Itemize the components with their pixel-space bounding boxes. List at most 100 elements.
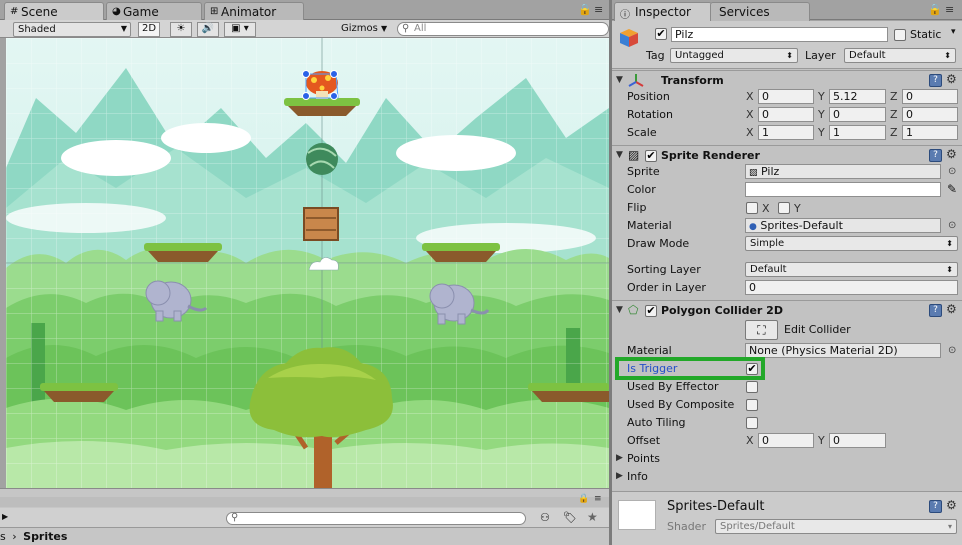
static-label: Static (910, 28, 942, 41)
tag-dropdown[interactable]: Untagged ⬍ (670, 48, 798, 63)
object-picker-icon[interactable]: ⊙ (948, 345, 956, 356)
collider-material-field[interactable]: None (Physics Material 2D) (745, 343, 941, 358)
scale-y-field[interactable]: 1 (829, 125, 886, 140)
scale-x-field[interactable]: 1 (758, 125, 814, 140)
gear-icon[interactable]: ⚙ (946, 498, 957, 512)
menu-icon[interactable]: ≡ (945, 3, 954, 16)
gameobject-cube-icon (620, 29, 638, 47)
polygon-collider-enabled-checkbox[interactable]: ✔ (645, 305, 657, 317)
lighting-toggle-button[interactable]: ☀ (170, 22, 192, 37)
scene-viewport[interactable] (6, 38, 609, 488)
sprite-object-field[interactable]: ▨ Pilz (745, 164, 941, 179)
book-help-icon[interactable]: ? (929, 74, 942, 87)
tab-animator[interactable]: ⊞ Animator (204, 2, 304, 21)
material-object-field[interactable]: ● Sprites-Default (745, 218, 941, 233)
menu-icon[interactable]: ≡ (594, 494, 602, 504)
info-row[interactable]: ▶ Info (612, 468, 962, 486)
edit-collider-button[interactable]: ⛶ (745, 320, 778, 340)
chevron-down-icon: ▾ (947, 522, 952, 531)
inspector-tabstrip: ⓘ Inspector Services 🔒 ≡ (612, 0, 962, 21)
chevron-down-icon[interactable]: ▾ (951, 27, 956, 37)
position-z-field[interactable]: 0 (902, 89, 958, 104)
rotation-y-field[interactable]: 0 (829, 107, 886, 122)
gameobject-name-input[interactable]: Pilz (671, 27, 888, 42)
gear-icon[interactable]: ⚙ (946, 72, 957, 86)
order-in-layer-field[interactable]: 0 (745, 280, 958, 295)
lock-icon[interactable]: 🔒 (578, 3, 592, 16)
flip-row: Flip X Y (612, 199, 962, 217)
axis-z-label: Z (890, 108, 898, 121)
lock-icon[interactable]: 🔒 (928, 3, 942, 16)
tab-inspector[interactable]: ⓘ Inspector (614, 2, 712, 21)
rotation-x-field[interactable]: 0 (758, 107, 814, 122)
menu-icon[interactable]: ≡ (594, 3, 603, 16)
flip-y-checkbox[interactable] (778, 202, 790, 214)
offset-x-field[interactable]: 0 (758, 433, 814, 448)
position-y-field[interactable]: 5.12 (829, 89, 886, 104)
foldout-open-icon[interactable]: ▼ (616, 305, 623, 315)
object-picker-icon[interactable]: ⊙ (948, 220, 956, 231)
foldout-closed-icon[interactable]: ▶ (616, 471, 623, 481)
2d-toggle-button[interactable]: 2D (138, 22, 160, 37)
gameobject-active-checkbox[interactable]: ✔ (655, 28, 667, 40)
rotation-z-field[interactable]: 0 (902, 107, 958, 122)
scale-z-field[interactable]: 1 (902, 125, 958, 140)
tag-icon[interactable]: 🏷 (563, 511, 577, 524)
speaker-icon: 🔊 (201, 23, 215, 34)
search-icon: ⚲ (402, 23, 410, 34)
points-row[interactable]: ▶ Points (612, 450, 962, 468)
axis-y-label: Y (818, 434, 825, 447)
gear-icon[interactable]: ⚙ (946, 302, 957, 316)
position-x-field[interactable]: 0 (758, 89, 814, 104)
scale-label: Scale (627, 126, 657, 139)
breadcrumb-current[interactable]: Sprites (23, 530, 67, 543)
foldout-closed-icon[interactable]: ▶ (616, 453, 623, 463)
breadcrumb-prefix[interactable]: s (0, 530, 6, 543)
material-row: Material ● Sprites-Default ⊙ (612, 217, 962, 235)
polygon-collider-header[interactable]: ▼ ⬠ ✔ Polygon Collider 2D ? ⚙ (612, 300, 962, 320)
layer-dropdown[interactable]: Default ⬍ (844, 48, 956, 63)
project-panel-topbar: 🔒 ≡ (0, 494, 610, 507)
gizmos-label: Gizmos (341, 23, 378, 34)
static-checkbox[interactable] (894, 29, 906, 41)
filter-type-icon[interactable]: ⚇ (540, 511, 550, 524)
tab-game[interactable]: ◕ Game (106, 2, 202, 21)
sprite-renderer-enabled-checkbox[interactable]: ✔ (645, 150, 657, 162)
gameobject-header: ✔ Pilz Static ▾ Tag Untagged ⬍ Layer Def… (612, 21, 962, 69)
foldout-open-icon[interactable]: ▼ (616, 75, 623, 85)
book-help-icon[interactable]: ? (929, 500, 942, 513)
color-swatch[interactable] (745, 182, 941, 197)
rotation-row: Rotation X 0 Y 0 Z 0 (612, 106, 962, 124)
axis-x-label: X (746, 108, 754, 121)
project-search-input[interactable]: ⚲ (226, 512, 526, 525)
book-help-icon[interactable]: ? (929, 304, 942, 317)
tab-services[interactable]: Services (710, 2, 810, 21)
shader-dropdown[interactable]: Sprites/Default ▾ (715, 519, 957, 534)
flip-x-checkbox[interactable] (746, 202, 758, 214)
effects-dropdown-button[interactable]: ▣ ▾ (224, 22, 256, 37)
tab-services-label: Services (719, 5, 770, 19)
tab-scene[interactable]: # Scene (4, 2, 104, 21)
sprite-value: Pilz (761, 165, 780, 178)
transform-header[interactable]: ▼ Transform ? ⚙ (612, 70, 962, 90)
used-by-effector-checkbox[interactable] (746, 381, 758, 393)
sprite-renderer-header[interactable]: ▼ ▨ ✔ Sprite Renderer ? ⚙ (612, 145, 962, 165)
updown-arrow-icon: ⬍ (944, 51, 951, 60)
scene-search-input[interactable]: ⚲ All (397, 22, 609, 36)
object-picker-icon[interactable]: ⊙ (948, 166, 956, 177)
star-icon[interactable]: ★ (587, 510, 598, 524)
gizmos-dropdown[interactable]: Gizmos ▼ (337, 22, 392, 37)
audio-toggle-button[interactable]: 🔊 (197, 22, 219, 37)
auto-tiling-checkbox[interactable] (746, 417, 758, 429)
foldout-open-icon[interactable]: ▼ (616, 150, 623, 160)
book-help-icon[interactable]: ? (929, 149, 942, 162)
shading-mode-dropdown[interactable]: Shaded ▼ (13, 22, 131, 37)
gear-icon[interactable]: ⚙ (946, 147, 957, 161)
used-by-composite-checkbox[interactable] (746, 399, 758, 411)
offset-y-field[interactable]: 0 (829, 433, 886, 448)
eyedropper-icon[interactable]: ✎ (947, 182, 957, 196)
order-in-layer-row: Order in Layer 0 (612, 279, 962, 297)
draw-mode-dropdown[interactable]: Simple ⬍ (745, 236, 958, 251)
sorting-layer-dropdown[interactable]: Default ⬍ (745, 262, 958, 277)
lock-icon[interactable]: 🔒 (578, 494, 589, 504)
